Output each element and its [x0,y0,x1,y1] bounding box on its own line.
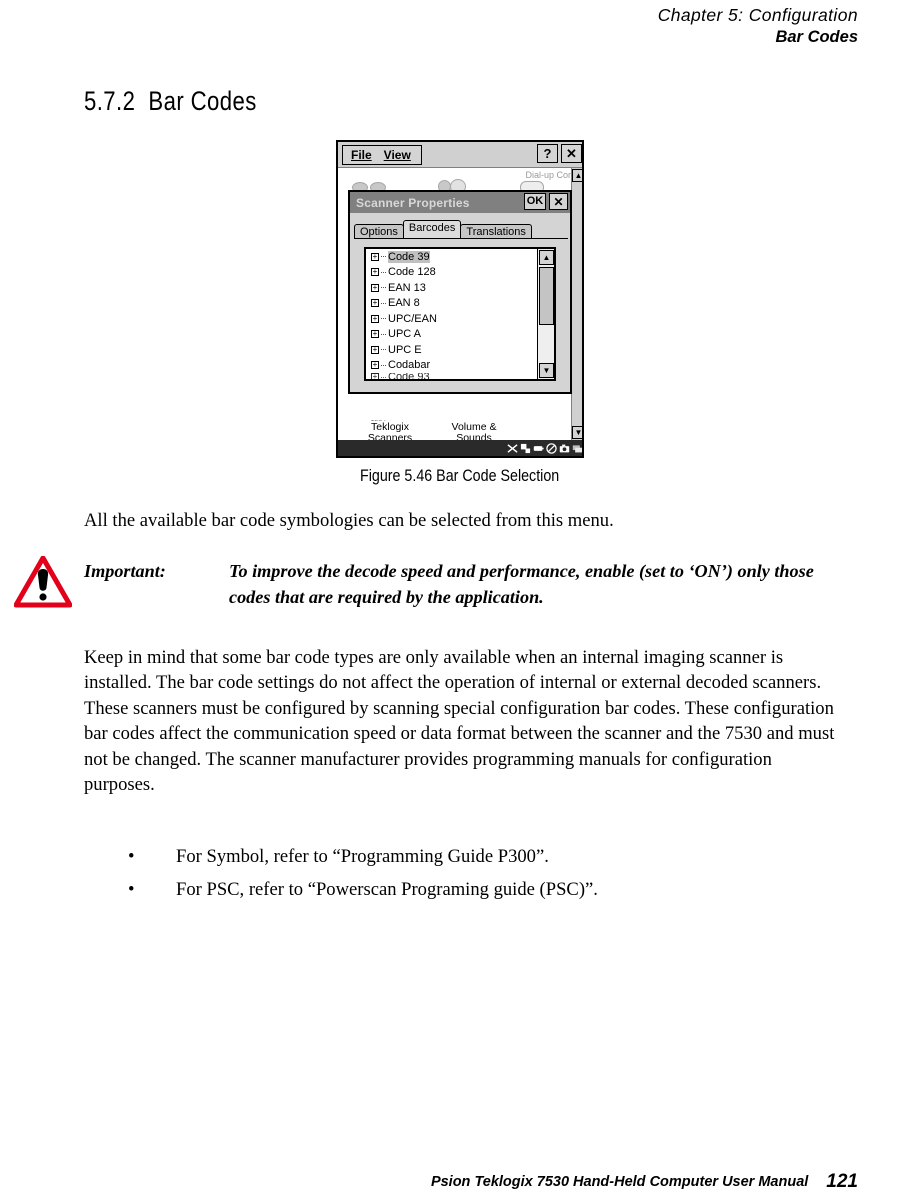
list-item[interactable]: + Code 128 [366,265,541,281]
camera-icon[interactable] [559,443,570,454]
list-item-label: EAN 8 [388,297,420,310]
list-item-label: Code 39 [388,250,430,263]
running-head-section: Bar Codes [775,28,858,46]
antenna-off-icon[interactable] [507,443,518,454]
list-scrollbar[interactable]: ▲ ▼ [537,249,554,379]
footer-title: Psion Teklogix 7530 Hand-Held Computer U… [430,1174,809,1190]
help-button[interactable]: ? [537,144,558,163]
tree-line [381,271,386,273]
tab-barcodes[interactable]: Barcodes [402,220,462,238]
bullet-text: For PSC, refer to “Powerscan Programing … [176,879,598,900]
list-item[interactable]: + Codabar [366,358,541,374]
tree-line [381,256,386,258]
list-item: • For Symbol, refer to “Programming Guid… [128,840,848,873]
tree-line [381,318,386,320]
page-title: 5.7.2 Bar Codes [84,86,257,116]
expand-icon[interactable]: + [371,330,379,339]
menu-item-view[interactable]: View [384,148,411,162]
list-item[interactable]: + UPC E [366,342,541,358]
no-sound-icon[interactable] [546,442,557,454]
expand-icon[interactable]: + [371,361,379,370]
tree-line [381,376,386,378]
bullet-list: • For Symbol, refer to “Programming Guid… [128,840,848,906]
figure-bar-code-selection: File View ? ✕ Dial-up Conn ▲ Scanner Pro… [0,140,920,486]
bullet-text: For Symbol, refer to “Programming Guide … [176,846,549,867]
list-scroll-thumb[interactable] [539,267,554,325]
expand-icon[interactable]: + [371,268,379,277]
tree-line [381,349,386,351]
important-note: Important: To improve the decode speed a… [84,558,836,610]
expand-icon[interactable]: + [371,299,379,308]
list-item-label: Codabar [388,359,431,372]
menu-item-file[interactable]: File [351,148,372,162]
running-head: Chapter 5: Configuration Bar Codes [0,0,920,48]
expand-icon[interactable]: + [371,373,379,379]
tree-line [381,333,386,335]
expand-icon[interactable]: + [371,314,379,323]
list-scroll-up-icon[interactable]: ▲ [539,250,554,265]
keyboard-icon[interactable] [520,443,531,454]
barcodes-tab-panel: + Code 39 + Code 128 + EAN 13 + EAN 8 + … [354,238,568,390]
expand-icon[interactable]: + [371,345,379,354]
list-item[interactable]: + UPC A [366,327,541,343]
bullet-icon: • [128,846,135,867]
scroll-up-icon[interactable]: ▲ [572,169,582,182]
menu-group[interactable]: File View [342,145,422,165]
bullet-icon: • [128,879,135,900]
list-item[interactable]: + Code 93 [366,373,541,381]
tree-line [381,287,386,289]
device-screenshot: File View ? ✕ Dial-up Conn ▲ Scanner Pro… [336,140,584,458]
device-taskbar [338,440,583,456]
dialog-titlebar: Scanner Properties OK ✕ [350,192,570,213]
page-number: 121 [826,1171,858,1192]
intro-paragraph: All the available bar code symbologies c… [84,510,614,531]
desktop-icon[interactable] [572,443,583,454]
list-item-label: UPC E [388,343,422,356]
expand-icon[interactable]: + [371,252,379,261]
scroll-down-icon[interactable]: ▼ [572,426,582,439]
scanner-properties-dialog: Scanner Properties OK ✕ Options Barcodes… [348,190,572,394]
list-item-label: Code 128 [388,266,436,279]
list-item-label: Code 93 [388,373,430,381]
expand-icon[interactable]: + [371,283,379,292]
dialog-close-icon[interactable]: ✕ [549,193,568,210]
list-scroll-down-icon[interactable]: ▼ [539,363,554,378]
device-menubar: File View ? ✕ [338,142,582,168]
list-item-label: UPC/EAN [388,312,437,325]
body-paragraph: Keep in mind that some bar code types ar… [84,647,835,796]
list-item[interactable]: + UPC/EAN [366,311,541,327]
ok-button[interactable]: OK [524,193,546,210]
list-item-label: EAN 13 [388,281,426,294]
list-item: • For PSC, refer to “Powerscan Programin… [128,873,848,906]
list-item-label: UPC A [388,328,422,341]
important-text: To improve the decode speed and performa… [229,561,814,607]
figure-caption: Figure 5.46 Bar Code Selection [360,466,560,485]
running-head-chapter: Chapter 5: Configuration [657,5,858,25]
tree-line [381,302,386,304]
warning-triangle-icon [14,556,72,608]
page-footer: Psion Teklogix 7530 Hand-Held Computer U… [0,1167,920,1197]
dialog-title: Scanner Properties [356,195,470,210]
desktop-scrollbar[interactable]: ▲ [571,168,582,420]
important-label: Important: [84,561,166,581]
close-icon[interactable]: ✕ [561,144,582,163]
list-item[interactable]: + EAN 13 [366,280,541,296]
list-item[interactable]: + Code 39 [366,249,541,265]
list-item[interactable]: + EAN 8 [366,296,541,312]
battery-icon[interactable] [533,443,544,454]
dialog-tabs: Options Barcodes Translations [354,218,570,240]
tree-line [381,364,386,366]
list-items-container: + Code 39 + Code 128 + EAN 13 + EAN 8 + … [366,249,541,381]
barcode-symbology-list[interactable]: + Code 39 + Code 128 + EAN 13 + EAN 8 + … [364,247,556,381]
